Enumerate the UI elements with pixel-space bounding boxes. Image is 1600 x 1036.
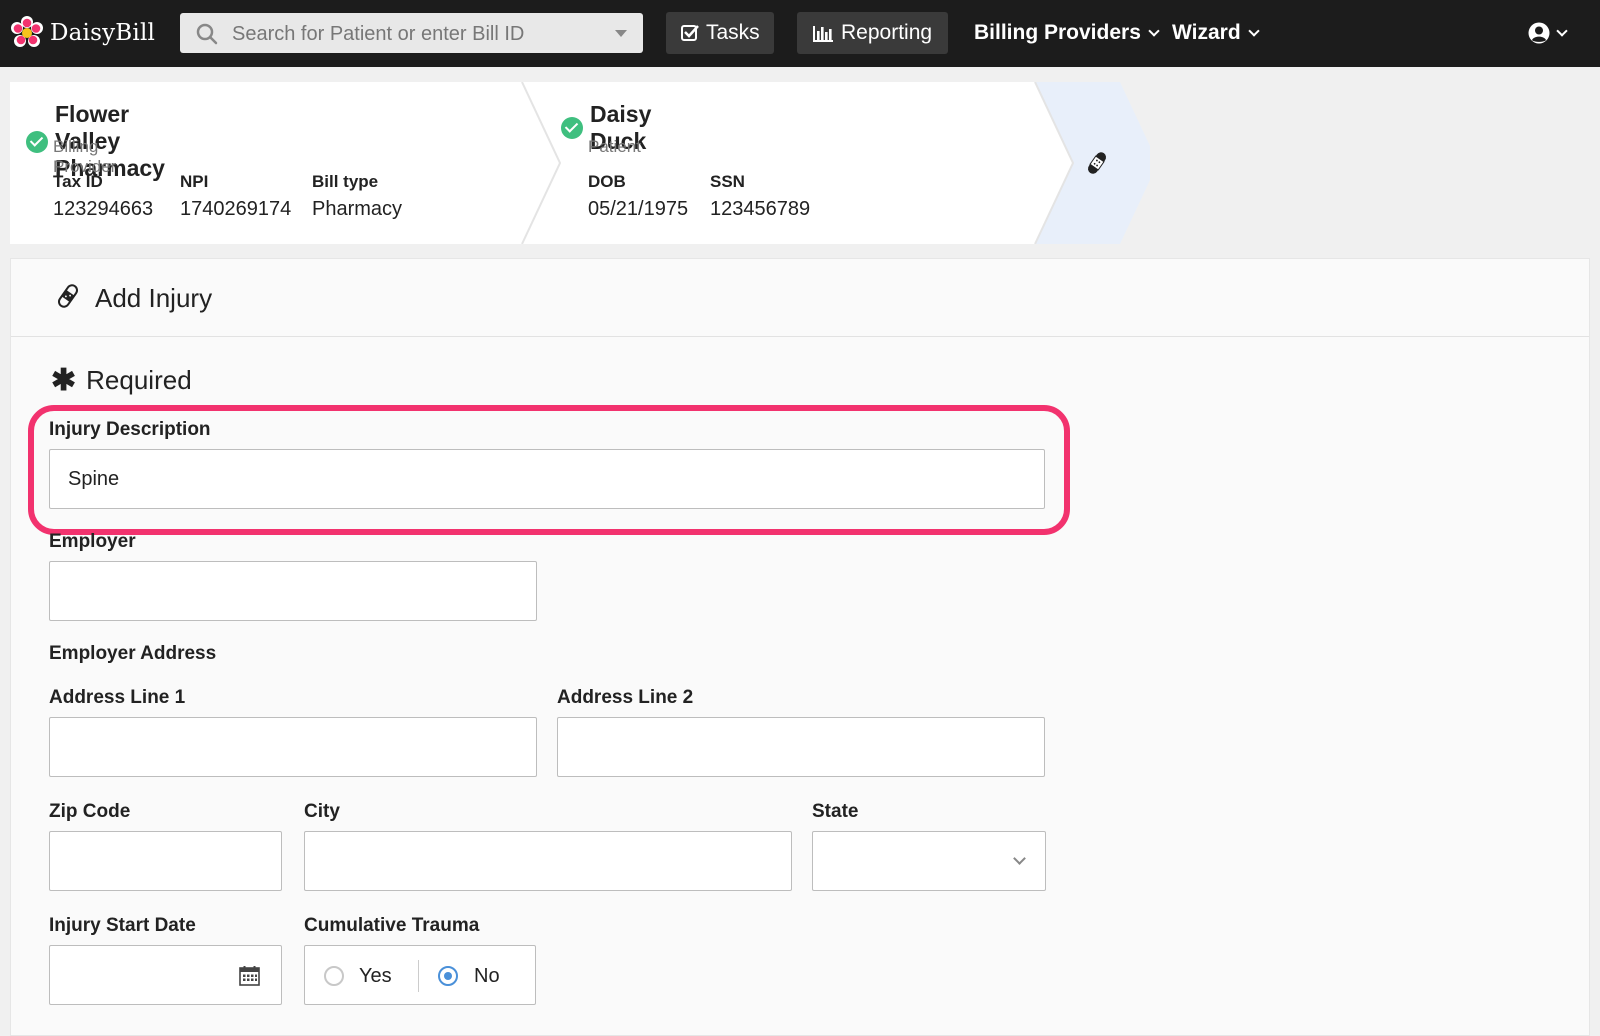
wizard-menu[interactable]: Wizard [1172,12,1260,54]
search-placeholder: Search for Patient or enter Bill ID [232,23,525,45]
bar-chart-icon [813,26,833,42]
address-line-2-input[interactable] [557,717,1045,777]
zip-code-label: Zip Code [49,801,131,822]
injury-start-date-input[interactable] [49,945,282,1005]
brand-name: DaisyBill [50,20,156,46]
patient-search-input[interactable]: Search for Patient or enter Bill ID [180,13,643,53]
wizard-breadcrumb: Flower Valley Pharmacy Billing Provider … [10,82,1150,244]
billing-providers-menu[interactable]: Billing Providers [974,12,1160,54]
city-label: City [304,801,340,822]
state-select[interactable] [812,831,1046,891]
check-circle-icon [26,130,48,153]
chevron-down-icon [1556,24,1568,37]
cumulative-trauma-no-label[interactable]: No [474,965,500,988]
bandage-icon [1087,152,1107,174]
user-circle-icon [1528,22,1550,44]
patient-dob: DOB 05/21/1975 [588,172,689,220]
address-line-1-input[interactable] [49,717,537,777]
breadcrumb-injury[interactable] [1084,148,1110,183]
patient-ssn: SSN 123456789 [710,172,811,220]
employer-label: Employer [49,531,136,552]
radio-divider [418,960,419,992]
provider-bill-type: Bill type Pharmacy [312,172,403,220]
cumulative-trauma-label: Cumulative Trauma [304,915,480,936]
checkbox-icon [681,25,699,41]
page-title: Add Injury [95,283,213,313]
asterisk-icon: ✱ [51,363,77,397]
injury-description-input[interactable] [49,449,1045,509]
address-line-1-label: Address Line 1 [49,687,186,708]
city-input[interactable] [304,831,792,891]
state-label: State [812,801,859,822]
provider-npi: NPI 1740269174 [180,172,292,220]
brand-logo[interactable]: DaisyBill [10,15,155,51]
search-icon [196,23,218,50]
top-navbar: DaisyBill Search for Patient or enter Bi… [0,0,1600,67]
cumulative-trauma-yes-label[interactable]: Yes [359,965,392,988]
cumulative-trauma-radio-group: Yes No [304,945,536,1005]
provider-role: Billing Provider [53,137,117,176]
billing-providers-label: Billing Providers [974,21,1141,44]
check-circle-icon [561,117,583,139]
employer-address-heading: Employer Address [49,643,217,664]
form-header: Add Injury [11,259,1589,337]
patient-role: Patient [588,137,641,156]
chevron-down-icon [1013,852,1026,865]
tasks-label: Tasks [706,21,760,44]
provider-tax-id: Tax ID 123294663 [53,172,154,220]
required-section-heading: ✱ Required [51,363,192,397]
daisy-flower-icon [10,16,44,50]
zip-code-input[interactable] [49,831,282,891]
reporting-label: Reporting [841,21,933,44]
address-line-2-label: Address Line 2 [557,687,694,708]
add-injury-form: Add Injury ✱ Required Injury Description… [10,258,1590,1036]
tasks-button[interactable]: Tasks [666,12,774,54]
bandage-icon [55,281,81,316]
cumulative-trauma-yes-radio[interactable] [324,966,344,986]
injury-description-label: Injury Description [49,419,211,440]
injury-start-date-label: Injury Start Date [49,915,196,936]
employer-input[interactable] [49,561,537,621]
cumulative-trauma-no-radio[interactable] [438,966,458,986]
wizard-label: Wizard [1172,21,1241,44]
caret-down-icon[interactable] [615,30,627,37]
calendar-icon[interactable] [239,965,260,986]
reporting-button[interactable]: Reporting [797,12,948,54]
chevron-down-icon [1247,24,1260,37]
user-account-menu[interactable] [1527,18,1568,48]
chevron-down-icon [1148,24,1160,37]
